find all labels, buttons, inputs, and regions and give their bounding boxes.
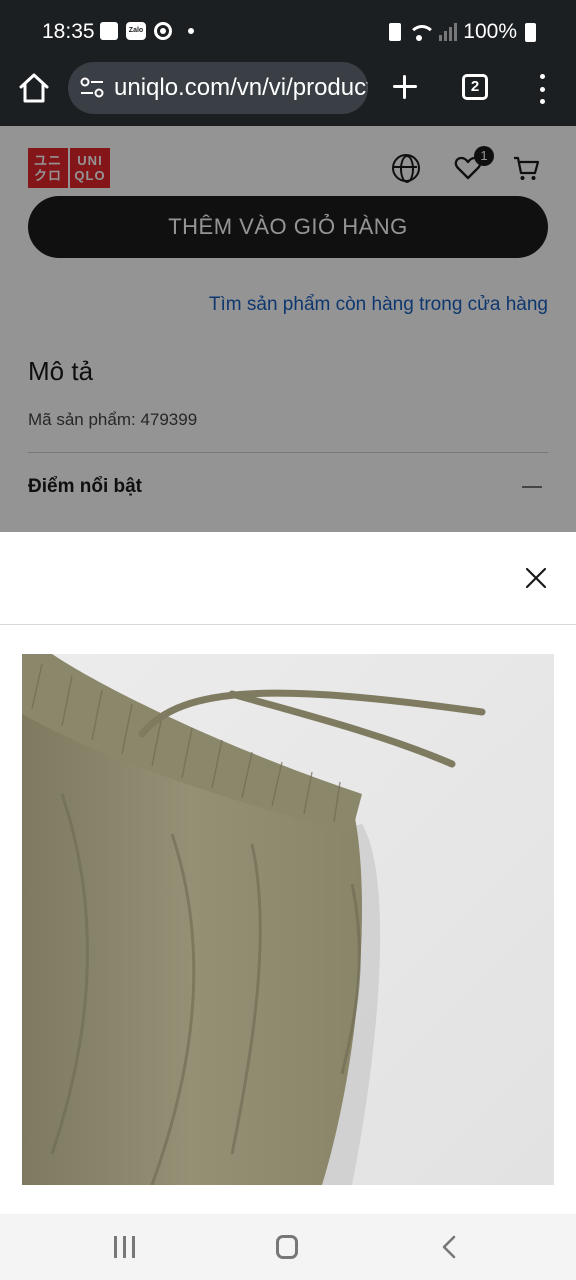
browser-toolbar: uniqlo.com/vn/vi/products 2: [0, 62, 576, 126]
product-image[interactable]: [22, 654, 554, 1185]
zalo-icon: Zalo: [126, 22, 146, 40]
battery-saver-icon: [389, 23, 402, 41]
modal-backdrop[interactable]: [0, 126, 576, 532]
home-nav-icon[interactable]: [276, 1235, 298, 1259]
back-icon[interactable]: [440, 1234, 458, 1260]
modal-divider: [0, 624, 576, 625]
battery-percent: 100%: [463, 20, 517, 43]
close-icon[interactable]: [522, 564, 550, 592]
site-settings-icon[interactable]: [80, 77, 104, 99]
battery-icon: [525, 22, 536, 42]
new-tab-icon[interactable]: [390, 72, 420, 102]
more-menu-icon[interactable]: [532, 74, 552, 104]
notification-icons: Zalo: [100, 22, 194, 40]
system-icons: 100%: [389, 20, 536, 44]
url-text[interactable]: uniqlo.com/vn/vi/products: [114, 74, 368, 102]
notification-dot: [188, 28, 194, 34]
home-icon[interactable]: [16, 70, 52, 106]
pants-illustration: [22, 654, 554, 1185]
status-time: 18:35: [42, 20, 95, 43]
image-zoom-modal: [0, 532, 576, 1214]
status-bar: 18:35 Zalo 100%: [0, 0, 576, 62]
address-bar[interactable]: uniqlo.com/vn/vi/products: [68, 62, 368, 114]
gallery-icon: [100, 22, 118, 40]
recents-icon[interactable]: [114, 1236, 135, 1258]
tab-switcher-button[interactable]: 2: [462, 74, 488, 100]
system-nav-bar: [0, 1214, 576, 1280]
wifi-icon: [407, 23, 434, 41]
signal-icon: [439, 23, 458, 41]
chrome-icon: [154, 22, 172, 40]
